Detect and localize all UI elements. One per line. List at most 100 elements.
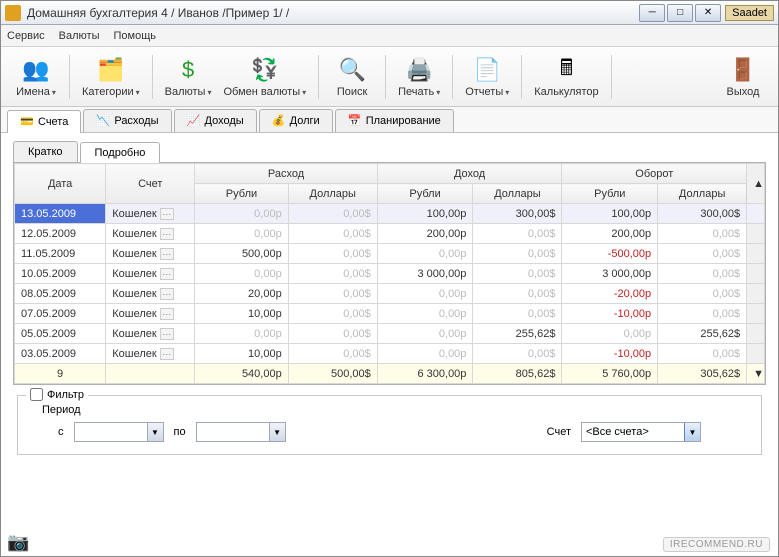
table-row[interactable]: 05.05.2009Кошелек⋯0,00р0,00$0,00р255,62$… [15,324,765,344]
table-row[interactable]: 10.05.2009Кошелек⋯0,00р0,00$3 000,00р0,0… [15,264,765,284]
subtab-detail[interactable]: Подробно [80,142,161,163]
filter-checkbox[interactable] [30,388,43,401]
dollar-icon: $ [174,56,202,84]
col-turnover[interactable]: Оборот [562,164,747,184]
categories-button[interactable]: 🗂️Категории▾ [76,52,146,102]
people-icon: 👥 [22,56,50,84]
col-account[interactable]: Счет [106,164,195,204]
account-label: Счет [547,426,571,438]
exit-button[interactable]: 🚪Выход [716,52,770,102]
total-row: 9 540,00р 500,00$ 6 300,00р 805,62$ 5 76… [15,364,765,384]
filter-label: Фильтр [47,389,84,401]
debts-icon: 💰 [272,114,286,128]
window-buttons: ─ □ ✕ [639,4,721,22]
table-row[interactable]: 03.05.2009Кошелек⋯10,00р0,00$0,00р0,00$-… [15,344,765,364]
names-button[interactable]: 👥Имена▾ [9,52,63,102]
col-inc-usd[interactable]: Доллары [473,184,562,204]
col-date[interactable]: Дата [15,164,106,204]
row-menu-button[interactable]: ⋯ [160,308,174,320]
row-menu-button[interactable]: ⋯ [160,348,174,360]
data-table: Дата Счет Расход Доход Оборот ▲ Рубли До… [13,162,766,385]
separator [521,55,522,99]
currencies-button[interactable]: $Валюты▾ [159,52,218,102]
table-row[interactable]: 11.05.2009Кошелек⋯500,00р0,00$0,00р0,00$… [15,244,765,264]
camera-icon: 📷 [7,532,29,553]
filter-box: Фильтр Период с ▼ по ▼ Счет <Все счета>▼ [17,395,762,455]
col-inc-rub[interactable]: Рубли [377,184,473,204]
print-button[interactable]: 🖨️Печать▾ [392,52,446,102]
separator [452,55,453,99]
printer-icon: 🖨️ [405,56,433,84]
row-menu-button[interactable]: ⋯ [160,328,174,340]
col-exp-usd[interactable]: Доллары [288,184,377,204]
date-to-input[interactable]: ▼ [196,422,286,442]
chevron-down-icon[interactable]: ▼ [269,423,285,441]
account-select[interactable]: <Все счета>▼ [581,422,701,442]
total-exp-usd: 500,00$ [288,364,377,384]
watermark: IRECOMMEND.RU [663,537,770,552]
col-exp-rub[interactable]: Рубли [195,184,288,204]
scrollbar[interactable]: ▲ [747,164,765,204]
close-button[interactable]: ✕ [695,4,721,22]
tab-debts[interactable]: 💰Долги [259,109,333,132]
menubar: Сервис Валюты Помощь [1,25,778,47]
total-exp-rub: 540,00р [195,364,288,384]
menu-help[interactable]: Помощь [114,30,157,42]
to-label: по [174,426,186,438]
subtab-short[interactable]: Кратко [13,141,78,162]
accounts-icon: 💳 [20,115,34,129]
tab-accounts[interactable]: 💳Счета [7,110,81,133]
date-from-input[interactable]: ▼ [74,422,164,442]
tab-expenses[interactable]: 📉Расходы [83,109,171,132]
titlebar: Домашняя бухгалтерия 4 / Иванов /Пример … [1,1,778,25]
exchange-icon: 💱 [251,56,279,84]
total-inc-usd: 805,62$ [473,364,562,384]
maximize-button[interactable]: □ [667,4,693,22]
report-icon: 📄 [473,56,501,84]
exit-icon: 🚪 [729,56,757,84]
col-turn-usd[interactable]: Доллары [658,184,747,204]
minimize-button[interactable]: ─ [639,4,665,22]
menu-service[interactable]: Сервис [7,30,45,42]
chevron-down-icon[interactable]: ▼ [147,423,163,441]
total-turn-usd: 305,62$ [658,364,747,384]
from-label: с [58,426,64,438]
separator [69,55,70,99]
separator [318,55,319,99]
col-turn-rub[interactable]: Рубли [562,184,658,204]
table-row[interactable]: 08.05.2009Кошелек⋯20,00р0,00$0,00р0,00$-… [15,284,765,304]
main-tabs: 💳Счета 📉Расходы 📈Доходы 💰Долги 📅Планиров… [1,107,778,133]
sub-tabs: Кратко Подробно [1,133,778,162]
total-turn-rub: 5 760,00р [562,364,658,384]
col-expense[interactable]: Расход [195,164,377,184]
exchange-button[interactable]: 💱Обмен валюты▾ [217,52,312,102]
reports-button[interactable]: 📄Отчеты▾ [459,52,515,102]
total-inc-rub: 6 300,00р [377,364,473,384]
row-menu-button[interactable]: ⋯ [160,248,174,260]
income-icon: 📈 [187,114,201,128]
row-menu-button[interactable]: ⋯ [160,228,174,240]
menu-currencies[interactable]: Валюты [59,30,100,42]
separator [385,55,386,99]
table-row[interactable]: 12.05.2009Кошелек⋯0,00р0,00$200,00р0,00$… [15,224,765,244]
search-icon: 🔍 [338,56,366,84]
search-button[interactable]: 🔍Поиск [325,52,379,102]
table-row[interactable]: 07.05.2009Кошелек⋯10,00р0,00$0,00р0,00$-… [15,304,765,324]
col-income[interactable]: Доход [377,164,562,184]
toolbar: 👥Имена▾ 🗂️Категории▾ $Валюты▾ 💱Обмен вал… [1,47,778,107]
calculator-icon: 🖩 [552,56,580,84]
table-row[interactable]: 13.05.2009Кошелек⋯0,00р0,00$100,00р300,0… [15,204,765,224]
row-menu-button[interactable]: ⋯ [160,208,174,220]
tab-income[interactable]: 📈Доходы [174,109,257,132]
app-icon [5,5,21,21]
row-menu-button[interactable]: ⋯ [160,288,174,300]
tree-icon: 🗂️ [97,56,125,84]
separator [152,55,153,99]
filter-legend: Фильтр [26,388,88,401]
chevron-down-icon[interactable]: ▼ [684,423,700,441]
tab-planning[interactable]: 📅Планирование [335,109,454,132]
expenses-icon: 📉 [96,114,110,128]
calc-button[interactable]: 🖩Калькулятор [528,52,604,102]
row-menu-button[interactable]: ⋯ [160,268,174,280]
planning-icon: 📅 [348,114,362,128]
